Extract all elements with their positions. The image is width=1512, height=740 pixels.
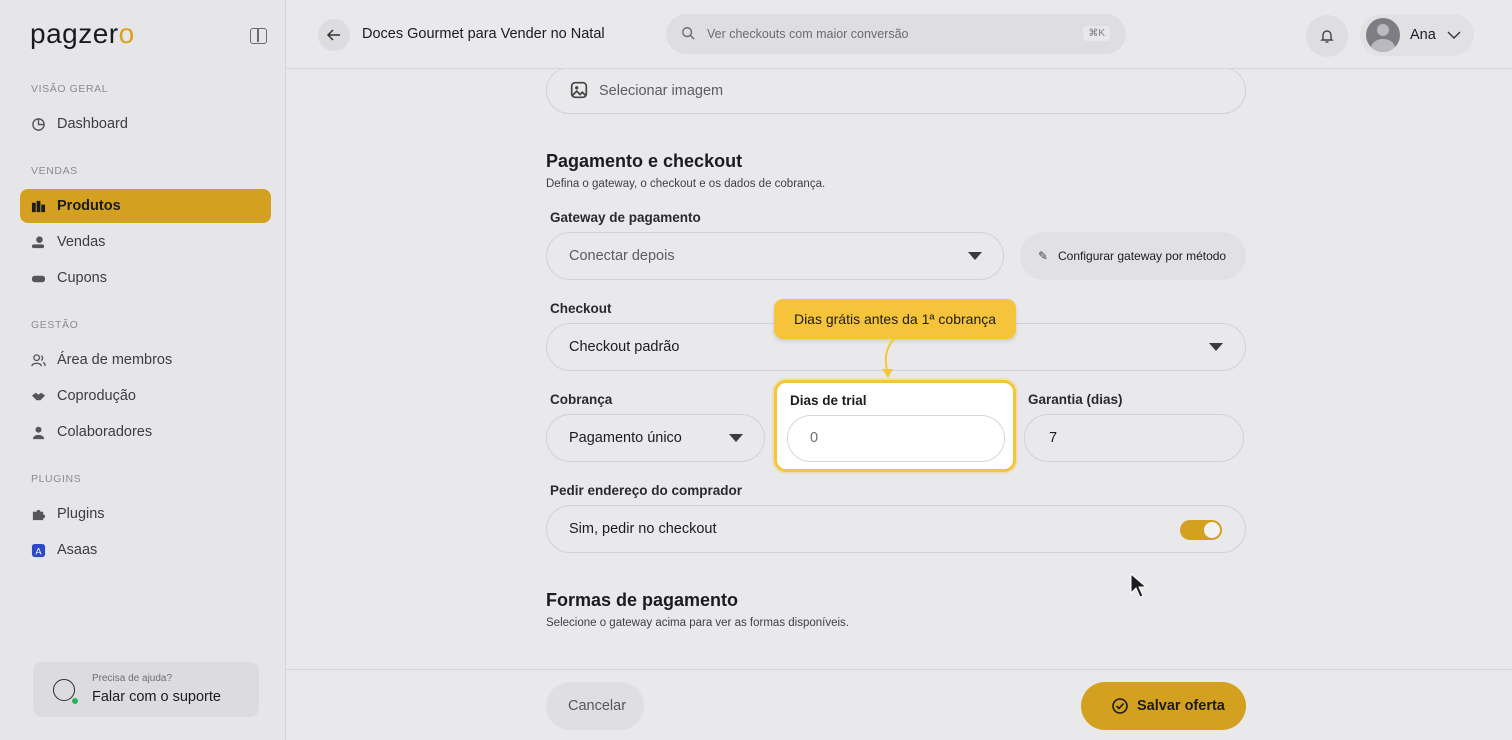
gateway-label: Gateway de pagamento bbox=[550, 210, 701, 225]
chevron-down-icon bbox=[729, 434, 743, 442]
handshake-icon bbox=[31, 389, 46, 404]
chevron-down-icon bbox=[1447, 31, 1461, 39]
trial-days-input[interactable]: 0 bbox=[787, 415, 1005, 462]
address-toggle[interactable] bbox=[1180, 520, 1222, 540]
support-card[interactable]: Precisa de ajuda? Falar com o suporte bbox=[33, 662, 259, 717]
pencil-icon: ✎ bbox=[1038, 249, 1049, 263]
tooltip-arrow-icon bbox=[882, 337, 896, 378]
sidebar-item-dashboard[interactable]: Dashboard bbox=[20, 107, 271, 141]
trial-tooltip: Dias grátis antes da 1ª cobrança bbox=[774, 299, 1016, 339]
save-offer-button[interactable]: Salvar oferta bbox=[1081, 682, 1246, 730]
sidebar-item-products[interactable]: Produtos bbox=[20, 189, 271, 223]
check-circle-icon bbox=[1112, 698, 1128, 714]
user-menu[interactable]: Ana bbox=[1360, 14, 1474, 56]
support-link[interactable]: Falar com o suporte bbox=[92, 689, 221, 705]
sidebar-item-members-area[interactable]: Área de membros bbox=[20, 343, 271, 377]
hand-coin-icon bbox=[31, 235, 46, 250]
asaas-logo-icon: A bbox=[31, 543, 46, 558]
payment-section-subtitle: Defina o gateway, o checkout e os dados … bbox=[546, 178, 826, 190]
sidebar-item-asaas[interactable]: A Asaas bbox=[20, 533, 271, 567]
page-title: Doces Gourmet para Vender no Natal bbox=[362, 26, 605, 42]
users-icon bbox=[31, 353, 46, 368]
configure-gateway-button[interactable]: ✎ Configurar gateway por método bbox=[1020, 232, 1246, 280]
sidebar-item-collaborators[interactable]: Colaboradores bbox=[20, 415, 271, 449]
user-icon bbox=[31, 425, 46, 440]
select-image-button[interactable]: Selecionar imagem bbox=[546, 69, 1246, 114]
chart-pie-icon bbox=[31, 117, 46, 132]
section-label-plugins: PLUGINS bbox=[31, 473, 82, 485]
methods-section-subtitle: Selecione o gateway acima para ver as fo… bbox=[546, 617, 849, 629]
search-input[interactable]: Ver checkouts com maior conversão ⌘K bbox=[666, 14, 1126, 54]
address-label: Pedir endereço do comprador bbox=[550, 483, 743, 498]
warranty-label: Garantia (dias) bbox=[1028, 392, 1123, 407]
address-field: Sim, pedir no checkout bbox=[546, 505, 1246, 553]
ticket-icon bbox=[31, 271, 46, 286]
methods-section-title: Formas de pagamento bbox=[546, 590, 739, 610]
search-shortcut: ⌘K bbox=[1083, 26, 1110, 41]
chevron-down-icon bbox=[968, 252, 982, 260]
section-label-management: GESTÃO bbox=[31, 319, 79, 331]
search-placeholder: Ver checkouts com maior conversão bbox=[707, 27, 909, 41]
online-status-dot bbox=[71, 697, 79, 705]
sidebar-item-coproduction[interactable]: Coprodução bbox=[20, 379, 271, 413]
brand-logo[interactable]: pagzero bbox=[30, 18, 135, 50]
sidebar-item-plugins[interactable]: Plugins bbox=[20, 497, 271, 531]
support-caption: Precisa de ajuda? bbox=[92, 673, 173, 684]
chevron-down-icon bbox=[1209, 343, 1223, 351]
billing-select[interactable]: Pagamento único bbox=[546, 414, 765, 462]
mouse-cursor-icon bbox=[1130, 573, 1148, 598]
section-label-overview: VISÃO GERAL bbox=[31, 83, 109, 95]
gateway-select[interactable]: Conectar depois bbox=[546, 232, 1004, 280]
sidebar: pagzero VISÃO GERAL Dashboard VENDAS Pro… bbox=[0, 0, 286, 740]
back-arrow-icon[interactable] bbox=[318, 19, 350, 51]
sidebar-item-coupons[interactable]: Cupons bbox=[20, 261, 271, 295]
user-name: Ana bbox=[1410, 27, 1436, 43]
sidebar-item-sales[interactable]: Vendas bbox=[20, 225, 271, 259]
svg-text:A: A bbox=[35, 546, 42, 556]
payment-section-title: Pagamento e checkout bbox=[546, 151, 743, 171]
image-icon bbox=[570, 81, 588, 99]
sidebar-collapse-icon[interactable] bbox=[250, 28, 267, 44]
top-bar: Doces Gourmet para Vender no Natal Ver c… bbox=[286, 0, 1512, 69]
cancel-button[interactable]: Cancelar bbox=[546, 682, 644, 730]
billing-label: Cobrança bbox=[550, 392, 613, 407]
checkout-label: Checkout bbox=[550, 301, 612, 316]
avatar bbox=[1366, 18, 1400, 52]
footer-actions: Cancelar Salvar oferta bbox=[286, 669, 1512, 740]
warranty-input[interactable]: 7 bbox=[1024, 414, 1244, 462]
search-icon bbox=[682, 27, 695, 40]
trial-days-field: Dias de trial 0 bbox=[774, 380, 1016, 472]
puzzle-icon bbox=[31, 507, 46, 522]
bell-icon[interactable] bbox=[1306, 15, 1348, 57]
boxes-icon bbox=[31, 199, 46, 214]
section-label-sales: VENDAS bbox=[31, 165, 78, 177]
trial-label: Dias de trial bbox=[790, 393, 867, 408]
